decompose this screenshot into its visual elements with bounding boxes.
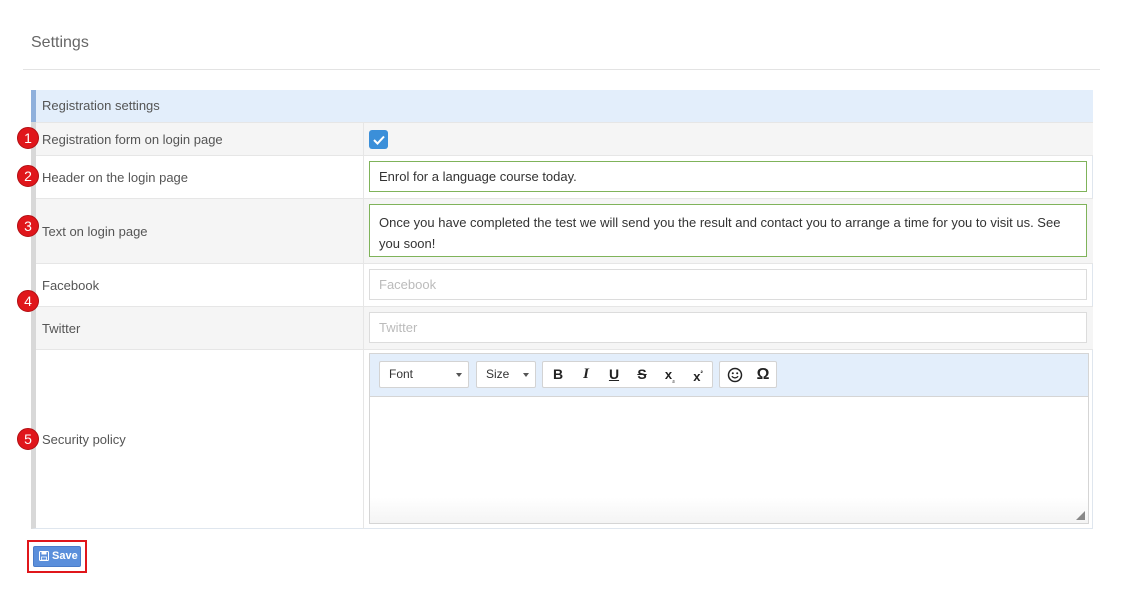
page-title: Settings [31, 34, 89, 51]
subscript-button[interactable]: x₂ [656, 362, 684, 387]
strikethrough-icon: S [637, 366, 647, 382]
row-twitter: Twitter [36, 306, 1093, 349]
smiley-icon [727, 367, 743, 383]
floppy-disk-icon [39, 551, 49, 561]
editor-toolbar: Font Size B I U S x₂ x² Ω [370, 354, 1088, 397]
login-header-label: Header on the login page [42, 170, 189, 185]
resize-handle-icon[interactable] [1076, 511, 1085, 520]
login-text-label: Text on login page [42, 224, 148, 239]
underline-button[interactable]: U [600, 362, 628, 387]
format-button-group: B I U S x₂ x² [542, 361, 713, 388]
row-registration-form: Registration form on login page [36, 122, 1093, 155]
annotation-marker-4: 4 [17, 290, 39, 312]
registration-form-label: Registration form on login page [42, 132, 223, 147]
security-policy-label: Security policy [42, 432, 126, 447]
editor-content-area[interactable] [370, 397, 1088, 523]
login-text-textarea[interactable]: Once you have completed the test we will… [369, 204, 1087, 257]
strikethrough-button[interactable]: S [628, 362, 656, 387]
superscript-button[interactable]: x² [684, 362, 712, 387]
underline-icon: U [608, 366, 620, 382]
facebook-input[interactable] [369, 269, 1087, 300]
row-login-header: Header on the login page [36, 155, 1093, 198]
twitter-label: Twitter [42, 321, 81, 336]
row-login-text: Text on login page Once you have complet… [36, 198, 1093, 263]
facebook-label: Facebook [42, 278, 100, 293]
size-select[interactable]: Size [476, 361, 536, 388]
bold-button[interactable]: B [544, 362, 572, 387]
save-highlight-box: Save [27, 540, 87, 573]
superscript-icon: x² [693, 369, 703, 385]
emoji-button[interactable] [721, 362, 749, 387]
font-select[interactable]: Font [379, 361, 469, 388]
bold-icon: B [552, 366, 564, 382]
annotation-marker-2: 2 [17, 165, 39, 187]
login-header-input[interactable] [369, 161, 1087, 192]
italic-icon: I [583, 366, 589, 382]
annotation-marker-3: 3 [17, 215, 39, 237]
save-button[interactable]: Save [33, 546, 81, 567]
chevron-down-icon [456, 373, 462, 377]
annotation-marker-5: 5 [17, 428, 39, 450]
security-policy-editor: Font Size B I U S x₂ x² Ω [369, 353, 1089, 524]
chevron-down-icon [523, 373, 529, 377]
annotation-marker-1: 1 [17, 127, 39, 149]
title-divider [23, 69, 1100, 70]
twitter-input[interactable] [369, 312, 1087, 343]
panel-header: Registration settings [31, 90, 1093, 122]
insert-button-group: Ω [719, 361, 777, 388]
font-select-label: Font [389, 367, 414, 381]
row-facebook: Facebook [36, 263, 1093, 306]
size-select-label: Size [486, 367, 510, 381]
omega-icon: Ω [756, 366, 770, 383]
italic-button[interactable]: I [572, 362, 600, 387]
subscript-icon: x₂ [664, 367, 676, 385]
save-button-label: Save [52, 550, 78, 562]
checkmark-icon [372, 135, 385, 145]
registration-form-checkbox[interactable] [369, 130, 388, 149]
special-character-button[interactable]: Ω [749, 362, 777, 387]
